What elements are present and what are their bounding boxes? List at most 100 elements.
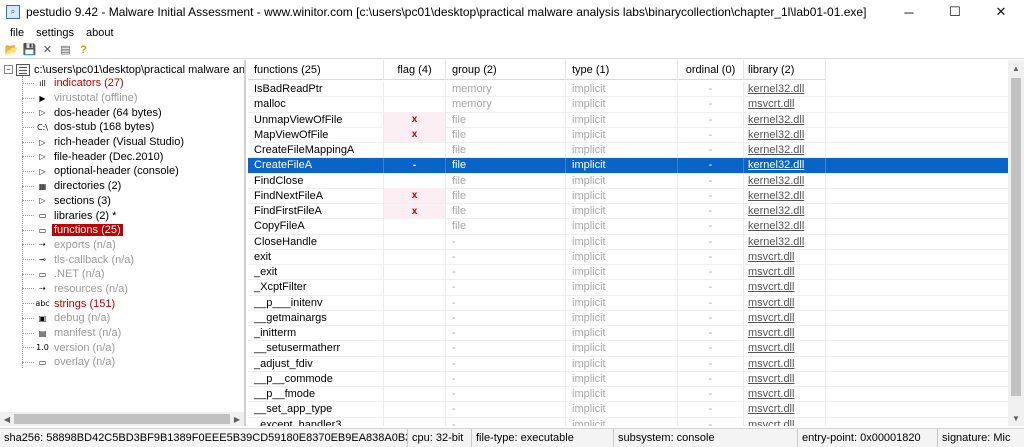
table-row[interactable]: _initterm - implicit - msvcrt.dll [248, 325, 1008, 342]
table-row[interactable]: _exit - implicit - msvcrt.dll [248, 264, 1008, 281]
column-library[interactable]: library (2) [744, 60, 826, 80]
cell-library[interactable]: kernel32.dll [744, 81, 826, 97]
table-row[interactable]: _XcptFilter - implicit - msvcrt.dll [248, 279, 1008, 296]
cell-group: file [446, 142, 566, 158]
column-type[interactable]: type (1) [566, 60, 678, 80]
tree-item[interactable]: ▭ libraries (2) * [22, 208, 186, 223]
minimize-button[interactable]: ─ [886, 0, 932, 24]
tree-root[interactable]: − c:\users\pc01\desktop\practical malwar… [4, 62, 244, 77]
cell-library[interactable]: kernel32.dll [744, 127, 826, 143]
cell-library[interactable]: msvcrt.dll [744, 325, 826, 341]
table-body: IsBadReadPtr memory implicit - kernel32.dll m… [248, 81, 1008, 426]
scroll-left-icon[interactable]: ◀ [0, 412, 14, 426]
table-row[interactable]: IsBadReadPtr memory implicit - kernel32.dll [248, 81, 1008, 98]
scroll-down-icon[interactable]: ▼ [1008, 410, 1024, 426]
column-functions[interactable]: functions (25) [248, 60, 384, 80]
table-row[interactable]: _adjust_fdiv - implicit - msvcrt.dll [248, 356, 1008, 372]
collapse-icon[interactable]: − [4, 65, 13, 74]
cell-ordinal: - [678, 249, 744, 265]
cell-library[interactable]: msvcrt.dll [744, 295, 826, 311]
scrollbar-thumb[interactable] [14, 414, 230, 424]
cell-library[interactable]: msvcrt.dll [744, 96, 826, 112]
tree-item[interactable]: ▷ rich-header (Visual Studio) [22, 135, 186, 150]
cell-type: implicit [566, 81, 678, 97]
tree-item[interactable]: ▭ .NET (n/a) [22, 267, 186, 282]
table-row[interactable]: __p__commode - implicit - msvcrt.dll [248, 371, 1008, 387]
column-flag[interactable]: flag (4) [384, 60, 446, 80]
tree-item[interactable]: ▭ functions (25) [22, 223, 186, 238]
cell-library[interactable]: msvcrt.dll [744, 401, 826, 417]
table-row[interactable]: FindFirstFileA x file implicit - kernel32.dll [248, 203, 1008, 220]
menu-settings[interactable]: settings [30, 27, 80, 39]
tree-item[interactable]: ▦ directories (2) [22, 179, 186, 194]
table-row[interactable]: malloc memory implicit - msvcrt.dll [248, 96, 1008, 113]
table-row[interactable]: FindNextFileA x file implicit - kernel32.dll [248, 188, 1008, 204]
scroll-right-icon[interactable]: ▶ [230, 412, 244, 426]
tree-item[interactable]: ▤ manifest (n/a) [22, 326, 186, 341]
tree-item[interactable]: ▣ debug (n/a) [22, 311, 186, 326]
open-icon[interactable]: 📂 [3, 42, 20, 58]
table-row[interactable]: CreateFileA - file implicit - kernel32.dll [248, 157, 1008, 174]
table-row[interactable]: __p__fmode - implicit - msvcrt.dll [248, 386, 1008, 403]
tree-item[interactable]: ıll indicators (27) [22, 76, 186, 91]
save-icon[interactable]: 💾 [21, 42, 38, 58]
table-row[interactable]: __p___initenv - implicit - msvcrt.dll [248, 295, 1008, 311]
cell-library[interactable]: msvcrt.dll [744, 417, 826, 426]
help-icon[interactable]: ? [75, 42, 92, 58]
table-row[interactable]: UnmapViewOfFile x file implicit - kernel32.dl… [248, 112, 1008, 128]
tree-item[interactable]: ▶ virustotal (offline) [22, 91, 186, 106]
table-row[interactable]: CreateFileMappingA file implicit - kernel32.… [248, 142, 1008, 159]
cell-library[interactable]: msvcrt.dll [744, 386, 826, 402]
tree-item[interactable]: ▭ overlay (n/a) [22, 355, 186, 370]
tree-horizontal-scrollbar[interactable]: ◀ ▶ [0, 412, 244, 426]
table-row[interactable]: __setusermatherr - implicit - msvcrt.dll [248, 340, 1008, 357]
cell-library[interactable]: kernel32.dll [744, 173, 826, 189]
maximize-button[interactable]: ☐ [932, 0, 978, 24]
tree-item[interactable]: ⊸ tls-callback (n/a) [22, 252, 186, 267]
cell-library[interactable]: kernel32.dll [744, 142, 826, 158]
cell-type: implicit [566, 417, 678, 426]
menu-about[interactable]: about [80, 27, 120, 39]
table-row[interactable]: exit - implicit - msvcrt.dll [248, 249, 1008, 265]
close-icon[interactable]: ✕ [39, 42, 56, 58]
tree-item[interactable]: ▷ file-header (Dec.2010) [22, 149, 186, 164]
cell-library[interactable]: msvcrt.dll [744, 279, 826, 295]
cell-library[interactable]: msvcrt.dll [744, 310, 826, 326]
cell-library[interactable]: msvcrt.dll [744, 249, 826, 265]
cell-library[interactable]: msvcrt.dll [744, 371, 826, 387]
cell-library[interactable]: kernel32.dll [744, 112, 826, 128]
cell-ordinal: - [678, 401, 744, 417]
cell-library[interactable]: kernel32.dll [744, 157, 826, 173]
column-ordinal[interactable]: ordinal (0) [678, 60, 744, 80]
column-group[interactable]: group (2) [446, 60, 566, 80]
scroll-up-icon[interactable]: ▲ [1008, 60, 1024, 76]
table-row[interactable]: __getmainargs - implicit - msvcrt.dll [248, 310, 1008, 326]
list-icon[interactable]: ▤ [57, 42, 74, 58]
cell-library[interactable]: kernel32.dll [744, 188, 826, 204]
tree-item[interactable]: ▷ sections (3) [22, 194, 186, 209]
tree-item[interactable]: C:\ dos-stub (168 bytes) [22, 120, 186, 135]
tree-item[interactable]: ▷ dos-header (64 bytes) [22, 105, 186, 120]
tree-item[interactable]: ▷ optional-header (console) [22, 164, 186, 179]
table-row[interactable]: MapViewOfFile x file implicit - kernel32.dll [248, 127, 1008, 143]
tree-item[interactable]: abc strings (151) [22, 296, 186, 311]
table-row[interactable]: _except_handler3- implicit - msvcrt.dll [248, 417, 1008, 426]
tree-item[interactable]: ⇢ resources (n/a) [22, 282, 186, 297]
cell-library[interactable]: msvcrt.dll [744, 340, 826, 356]
scrollbar-thumb[interactable] [1011, 78, 1021, 396]
tree-item[interactable]: 1.0 version (n/a) [22, 340, 186, 355]
tree-item[interactable]: ⇢ exports (n/a) [22, 238, 186, 253]
table-row[interactable]: __set_app_type - implicit - msvcrt.dll [248, 401, 1008, 418]
cell-library[interactable]: kernel32.dll [744, 234, 826, 250]
close-window-button[interactable]: ✕ [978, 0, 1024, 24]
cell-library[interactable]: msvcrt.dll [744, 356, 826, 372]
table-row[interactable]: FindClose file implicit - kernel32.dll [248, 173, 1008, 189]
cell-group: file [446, 188, 566, 204]
table-vertical-scrollbar[interactable]: ▲ ▼ [1008, 60, 1024, 426]
menu-file[interactable]: file [4, 27, 30, 39]
table-row[interactable]: CloseHandle - implicit - kernel32.dll [248, 234, 1008, 250]
table-row[interactable]: CopyFileA file implicit - kernel32.dll [248, 218, 1008, 235]
cell-library[interactable]: kernel32.dll [744, 203, 826, 219]
cell-library[interactable]: kernel32.dll [744, 218, 826, 234]
cell-library[interactable]: msvcrt.dll [744, 264, 826, 280]
